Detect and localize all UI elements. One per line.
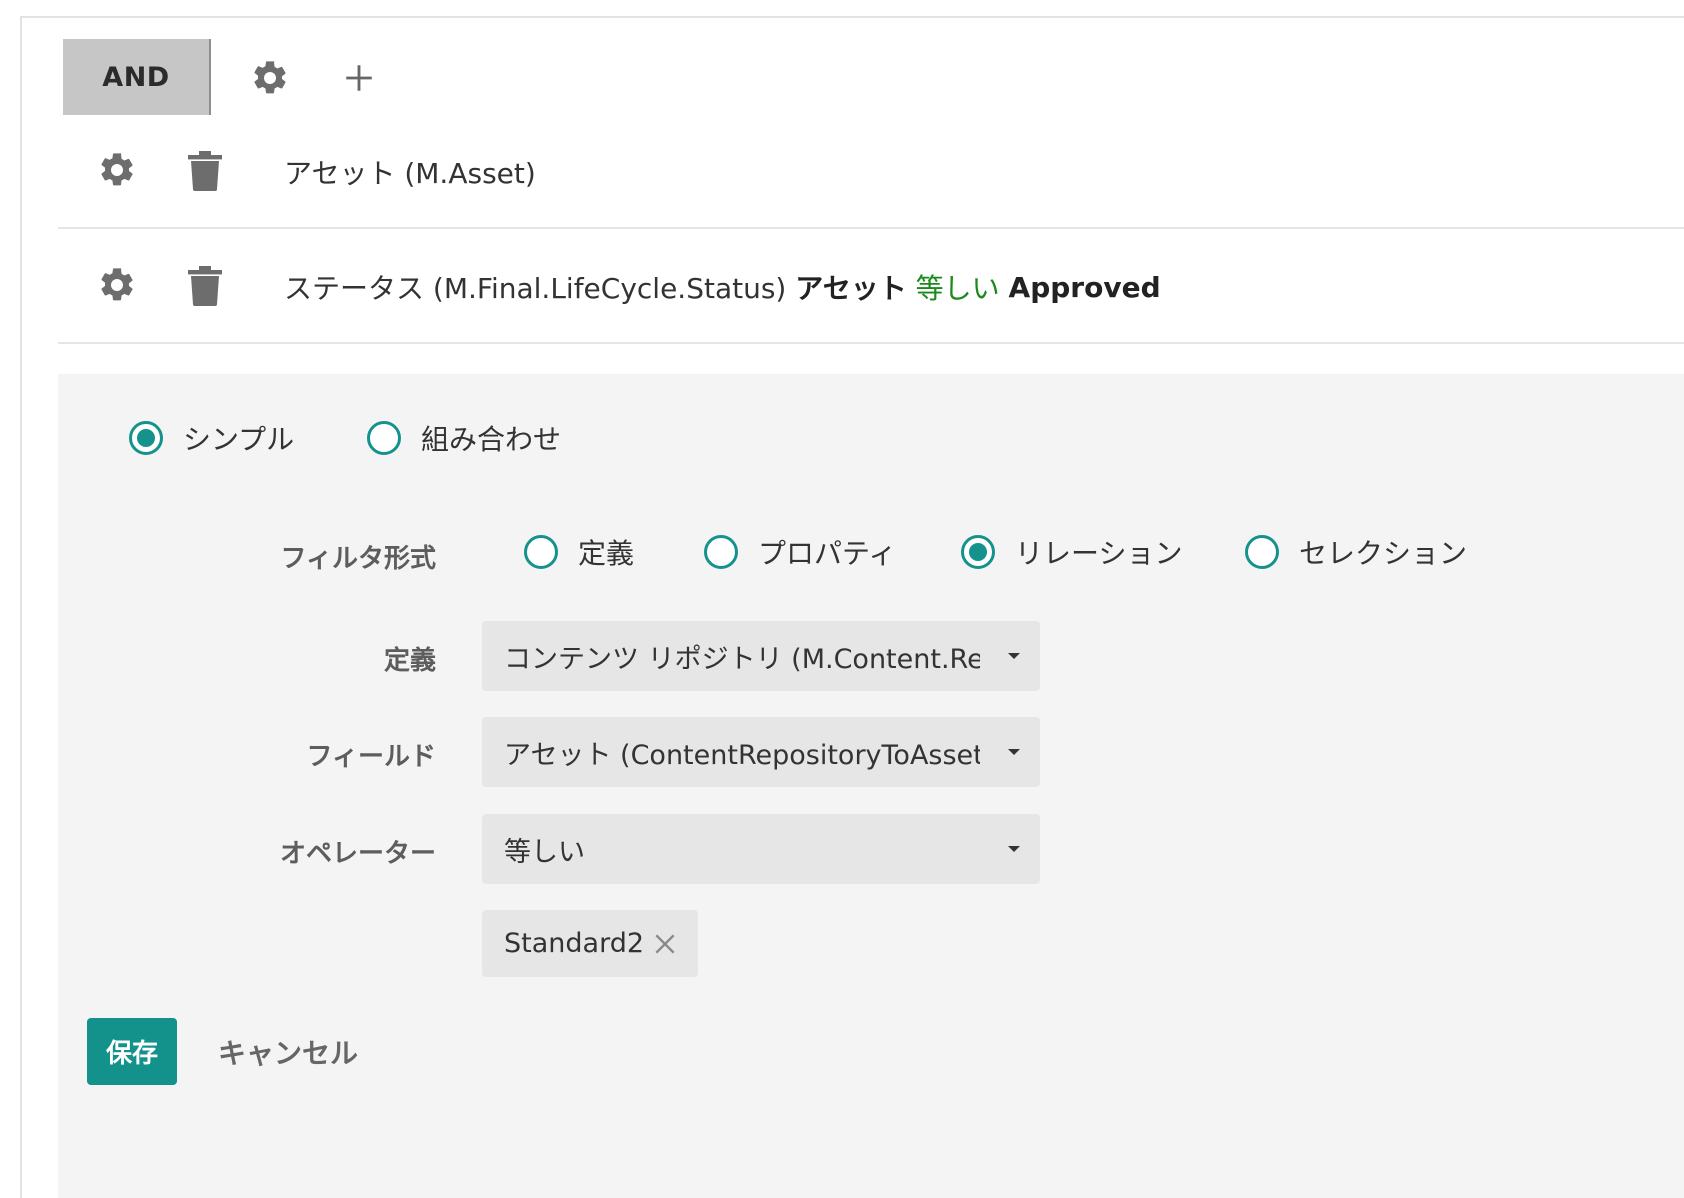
- gear-icon[interactable]: [250, 58, 290, 98]
- field-select[interactable]: アセット (ContentRepositoryToAsset): [482, 717, 1040, 787]
- filter-row: アセット (M.Asset): [58, 115, 1684, 229]
- filter-toolbar: AND: [63, 39, 211, 115]
- radio-label: セレクション: [1299, 537, 1468, 570]
- field-label: フィールド: [306, 742, 436, 772]
- filter-relation: アセット: [795, 272, 907, 305]
- filter-type-label: フィルタ形式: [280, 544, 436, 574]
- filter-type-radio-definition[interactable]: 定義: [524, 532, 634, 572]
- radio-label: 組み合わせ: [421, 423, 562, 456]
- and-operator-button[interactable]: AND: [63, 39, 211, 115]
- radio-circle-selected: [129, 421, 163, 455]
- radio-circle-selected: [961, 535, 995, 569]
- radio-circle: [524, 535, 558, 569]
- filter-type-radio-relation[interactable]: リレーション: [961, 532, 1182, 572]
- radio-label: シンプル: [183, 423, 295, 456]
- trash-icon[interactable]: [188, 151, 222, 195]
- save-button[interactable]: 保存: [87, 1018, 177, 1085]
- filter-entity: アセット (M.Asset): [284, 157, 536, 190]
- filter-value: Approved: [1008, 270, 1161, 304]
- gear-icon[interactable]: [97, 265, 137, 309]
- filter-row-label: アセット (M.Asset): [284, 115, 536, 229]
- radio-circle: [367, 421, 401, 455]
- close-icon[interactable]: [652, 931, 678, 957]
- caret-down-icon: [1008, 846, 1020, 852]
- filter-type-radio-selection[interactable]: セレクション: [1245, 532, 1467, 572]
- mode-radio-combination[interactable]: 組み合わせ: [367, 418, 561, 458]
- radio-circle: [1245, 535, 1279, 569]
- radio-label: プロパティ: [758, 537, 897, 570]
- field-select-value: アセット (ContentRepositoryToAsset): [504, 739, 980, 771]
- filter-type-radio-property[interactable]: プロパティ: [704, 532, 896, 572]
- chip-label: Standard2: [504, 928, 645, 959]
- gear-icon[interactable]: [97, 150, 137, 194]
- value-chip: Standard2: [482, 910, 698, 977]
- caret-down-icon: [1008, 749, 1020, 755]
- filter-row-label: ステータス (M.Final.LifeCycle.Status) アセット 等し…: [284, 230, 1161, 344]
- operator-select-value: 等しい: [504, 836, 585, 868]
- operator-label: オペレーター: [279, 839, 436, 869]
- radio-label: 定義: [578, 537, 635, 570]
- trash-icon[interactable]: [188, 266, 222, 310]
- mode-radio-simple[interactable]: シンプル: [129, 418, 294, 458]
- filter-entity: ステータス (M.Final.LifeCycle.Status): [284, 272, 787, 305]
- definition-label: 定義: [383, 646, 436, 676]
- plus-icon[interactable]: [342, 61, 376, 95]
- operator-select[interactable]: 等しい: [482, 814, 1040, 884]
- caret-down-icon: [1008, 653, 1020, 659]
- definition-select[interactable]: コンテンツ リポジトリ (M.Content.Reposi: [482, 621, 1040, 691]
- radio-label: リレーション: [1015, 537, 1183, 570]
- definition-select-value: コンテンツ リポジトリ (M.Content.Reposi: [504, 643, 980, 675]
- cancel-button[interactable]: キャンセル: [218, 1018, 358, 1085]
- filter-operator: 等しい: [915, 272, 1000, 305]
- filter-editor: シンプル 組み合わせ フィルタ形式 定義 プロパティ リレーション セレクション…: [58, 374, 1684, 1198]
- radio-circle: [704, 535, 738, 569]
- filter-row: ステータス (M.Final.LifeCycle.Status) アセット 等し…: [58, 230, 1684, 344]
